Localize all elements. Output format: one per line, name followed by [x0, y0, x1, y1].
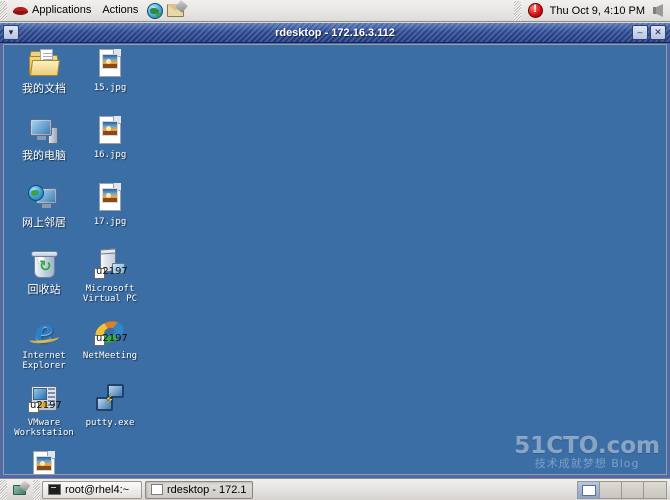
actions-menu[interactable]: Actions [98, 1, 145, 21]
desktop-icon-label: 15.jpg [93, 83, 127, 93]
recycle-bin-icon: ↻ [28, 249, 60, 281]
workspace-3[interactable] [622, 481, 644, 498]
desktop-icon-label: Microsoft Virtual PC [82, 284, 138, 304]
top-panel: Applications Actions Thu Oct 9, 4:10 PM [0, 0, 670, 22]
workspace-2[interactable] [600, 481, 622, 498]
desktop-icon-file-17-jpg[interactable]: 17.jpg [75, 182, 145, 227]
task-button-label: rdesktop - 172.1 [167, 483, 247, 496]
rdesktop-viewport[interactable]: 我的文档我的电脑网上邻居 ↻ 回收站 e Internet Explorer VMware… [3, 44, 667, 475]
applications-menu[interactable]: Applications [9, 1, 98, 21]
watermark: 51CTO.com 技术成就梦想 Blog [514, 434, 660, 470]
putty-icon: ⚡ [94, 383, 126, 415]
email-launcher[interactable] [165, 0, 188, 21]
desktop-icon-label: 17.jpg [93, 217, 127, 227]
show-desktop-icon [13, 480, 31, 496]
desktop-icon-file-15-jpg[interactable]: 15.jpg [75, 48, 145, 93]
desktop-icon-label: putty.exe [85, 418, 135, 428]
task-terminal[interactable]: root@rhel4:~ [42, 480, 142, 499]
desktop-icon-my-documents[interactable]: 我的文档 [9, 48, 79, 95]
web-browser-launcher[interactable] [145, 1, 165, 21]
window-icon [151, 484, 163, 495]
desktop-icon-file-16-jpg[interactable]: 16.jpg [75, 115, 145, 160]
network-icon [28, 182, 60, 214]
task-button-label: root@rhel4:~ [65, 483, 130, 496]
jpeg-file-icon [94, 182, 126, 214]
jpeg-file-icon [28, 450, 60, 474]
applications-menu-label: Applications [32, 4, 92, 16]
desktop-icon-netmeeting[interactable]: NetMeeting [75, 316, 145, 361]
workspace-4[interactable] [644, 481, 666, 498]
workspace-switcher[interactable] [577, 480, 667, 499]
window-titlebar[interactable]: ▾ rdesktop - 172.16.3.112 – ✕ [0, 23, 670, 43]
computer-icon [28, 115, 60, 147]
desktop-icon-putty-exe[interactable]: ⚡ putty.exe [75, 383, 145, 428]
screen: Applications Actions Thu Oct 9, 4:10 PM … [0, 0, 670, 500]
rdesktop-window: ▾ rdesktop - 172.16.3.112 – ✕ 我的文档我的电脑网上… [0, 23, 670, 478]
terminal-icon [48, 484, 61, 495]
minimize-button[interactable]: – [632, 25, 648, 40]
desktop-icon-network-places[interactable]: 网上邻居 [9, 182, 79, 229]
desktop-icon-label: 网上邻居 [22, 216, 66, 229]
clock[interactable]: Thu Oct 9, 4:10 PM [548, 5, 647, 17]
speaker-icon[interactable] [652, 4, 666, 17]
desktop-icon-vmware-workstation[interactable]: VMware Workstation [9, 383, 79, 438]
desktop-icon-label: VMware Workstation [14, 418, 74, 438]
window-title: rdesktop - 172.16.3.112 [275, 26, 395, 39]
vmware-icon [28, 383, 62, 415]
watermark-sub-text: 技术成就梦想 Blog [534, 457, 640, 470]
window-task-list: root@rhel4:~ rdesktop - 172.1 [42, 480, 256, 499]
internet-explorer-icon: e [28, 316, 60, 348]
alert-update-icon[interactable] [527, 3, 543, 18]
desktop-icon-label: 回收站 [27, 283, 61, 296]
window-menu-button[interactable]: ▾ [3, 25, 19, 40]
desktop-icon-my-computer[interactable]: 我的电脑 [9, 115, 79, 162]
globe-icon [147, 2, 164, 19]
desktop-icon-internet-explorer[interactable]: e Internet Explorer [9, 316, 79, 372]
jpeg-file-icon [94, 115, 126, 147]
show-desktop-button[interactable] [9, 480, 33, 500]
desktop-icon-file-jpg-partial[interactable] [9, 450, 79, 474]
folder-documents-icon [28, 48, 61, 80]
window-list-drag-handle[interactable] [33, 479, 40, 500]
desktop-icon-recycle-bin[interactable]: ↻ 回收站 [9, 249, 79, 296]
virtual-pc-icon [94, 248, 128, 281]
desktop-icon-label: NetMeeting [82, 351, 138, 361]
desktop-icon-label: Internet Explorer [22, 351, 66, 371]
desktop-icon-label: 我的电脑 [22, 149, 66, 162]
desktop-icon-microsoft-virtual-pc[interactable]: Microsoft Virtual PC [75, 248, 145, 304]
bottom-panel: root@rhel4:~ rdesktop - 172.1 [0, 478, 670, 500]
netmeeting-icon [92, 316, 128, 348]
system-tray: Thu Oct 9, 4:10 PM [513, 0, 670, 21]
desktop-icon-label: 16.jpg [93, 150, 127, 160]
envelope-icon [166, 0, 188, 17]
panel-drag-handle[interactable] [0, 0, 7, 21]
task-rdesktop[interactable]: rdesktop - 172.1 [145, 480, 253, 499]
jpeg-file-icon [94, 48, 126, 80]
close-button[interactable]: ✕ [650, 25, 666, 40]
bottom-panel-drag-handle[interactable] [0, 479, 7, 500]
window-controls: – ✕ [631, 25, 667, 40]
watermark-main-text: 51CTO.com [514, 433, 660, 459]
windows-desktop[interactable]: 我的文档我的电脑网上邻居 ↻ 回收站 e Internet Explorer VMware… [4, 45, 666, 474]
tray-drag-handle[interactable] [513, 0, 521, 21]
redhat-icon [13, 3, 28, 17]
desktop-icon-label: 我的文档 [22, 82, 66, 95]
actions-menu-label: Actions [102, 4, 139, 16]
workspace-1[interactable] [578, 481, 600, 498]
